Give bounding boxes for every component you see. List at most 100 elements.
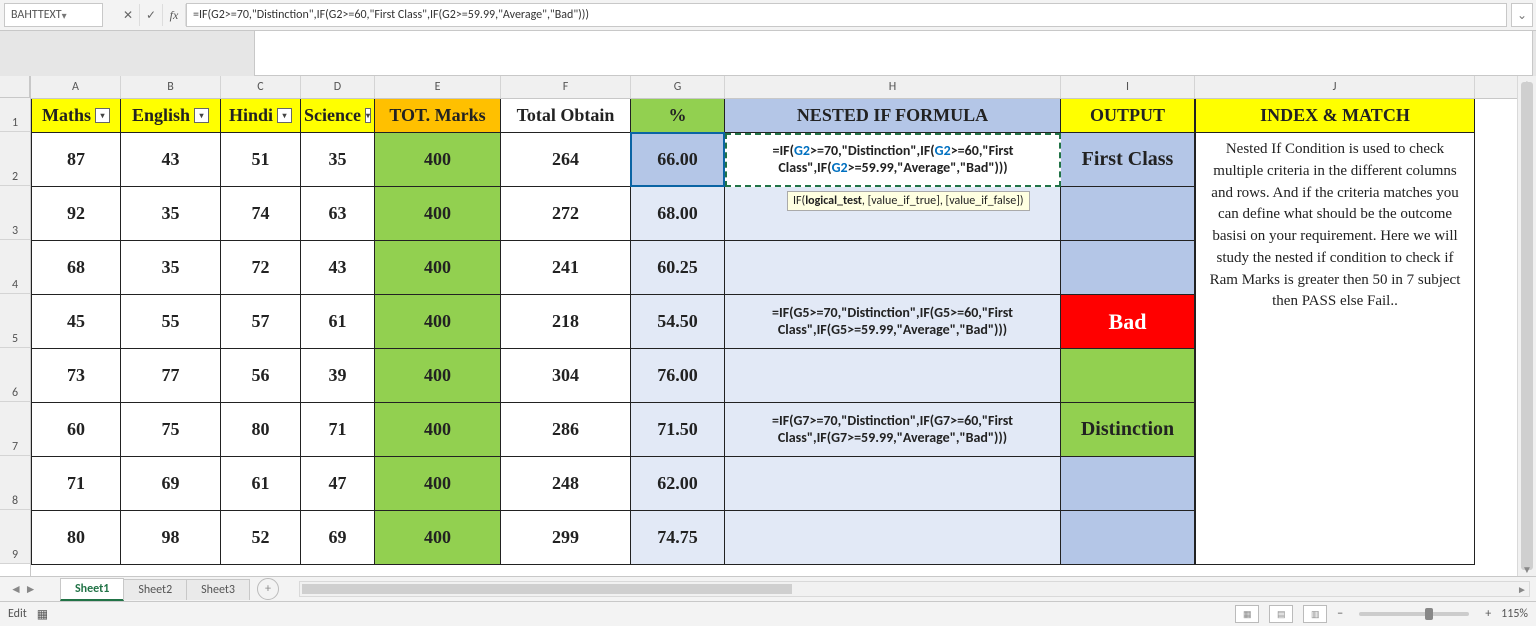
cell-A9[interactable]: 80 — [31, 511, 121, 565]
row-header-1[interactable]: 1 — [0, 98, 30, 132]
cell-A2[interactable]: 87 — [31, 133, 121, 187]
insert-function-button[interactable]: fx — [163, 4, 186, 26]
cell-F4[interactable]: 241 — [501, 241, 631, 295]
row-header-7[interactable]: 7 — [0, 402, 30, 456]
col-header-G[interactable]: G — [631, 76, 725, 98]
hdr-nestedif[interactable]: NESTED IF FORMULA — [725, 99, 1061, 133]
row-header-4[interactable]: 4 — [0, 240, 30, 294]
macro-record-icon[interactable]: ▦ — [37, 607, 48, 622]
hdr-science[interactable]: Science▾ — [301, 99, 375, 133]
scroll-down-icon[interactable]: ▼ — [1518, 562, 1536, 576]
hdr-maths[interactable]: Maths▾ — [31, 99, 121, 133]
sheet-tab-2[interactable]: Sheet2 — [123, 579, 187, 600]
cell-E3[interactable]: 400 — [375, 187, 501, 241]
zoom-slider[interactable] — [1359, 612, 1469, 616]
col-header-E[interactable]: E — [375, 76, 501, 98]
cell-I3[interactable] — [1061, 187, 1195, 241]
cell-H6[interactable] — [725, 349, 1061, 403]
cell-A3[interactable]: 92 — [31, 187, 121, 241]
cell-E6[interactable]: 400 — [375, 349, 501, 403]
cell-F2[interactable]: 264 — [501, 133, 631, 187]
filter-icon[interactable]: ▾ — [365, 108, 371, 123]
cell-E9[interactable]: 400 — [375, 511, 501, 565]
cell-J-description[interactable]: Nested If Condition is used to check mul… — [1195, 133, 1475, 565]
expand-formula-bar-button[interactable]: ⌄ — [1511, 3, 1533, 27]
col-header-H[interactable]: H — [725, 76, 1061, 98]
cell-I2[interactable]: First Class — [1061, 133, 1195, 187]
row-header-9[interactable]: 9 — [0, 510, 30, 564]
cell-I4[interactable] — [1061, 241, 1195, 295]
cell-F8[interactable]: 248 — [501, 457, 631, 511]
scrollbar-thumb[interactable] — [1521, 82, 1533, 570]
sheet-nav-arrows[interactable]: ◄ ► — [10, 582, 44, 597]
page-layout-view-button[interactable]: ▤ — [1269, 605, 1293, 623]
cell-D9[interactable]: 69 — [301, 511, 375, 565]
cell-G5[interactable]: 54.50 — [631, 295, 725, 349]
sheet-tab-1[interactable]: Sheet1 — [60, 578, 124, 601]
col-header-B[interactable]: B — [121, 76, 221, 98]
cell-G2[interactable]: 66.00 — [631, 133, 725, 187]
cell-A4[interactable]: 68 — [31, 241, 121, 295]
add-sheet-button[interactable]: + — [257, 578, 279, 600]
cell-I8[interactable] — [1061, 457, 1195, 511]
select-all-corner[interactable] — [0, 76, 30, 98]
page-break-view-button[interactable]: ▥ — [1303, 605, 1327, 623]
cell-C5[interactable]: 57 — [221, 295, 301, 349]
sheet-tab-3[interactable]: Sheet3 — [186, 579, 250, 600]
confirm-edit-button[interactable]: ✓ — [140, 4, 163, 26]
name-box-dropdown-icon[interactable]: ▾ — [62, 9, 96, 22]
cell-A7[interactable]: 60 — [31, 403, 121, 457]
cell-H7[interactable]: =IF(G7>=70,"Distinction",IF(G7>=60,"Firs… — [725, 403, 1061, 457]
zoom-slider-knob[interactable] — [1425, 608, 1433, 620]
cell-E7[interactable]: 400 — [375, 403, 501, 457]
cell-D5[interactable]: 61 — [301, 295, 375, 349]
cell-C4[interactable]: 72 — [221, 241, 301, 295]
cell-B9[interactable]: 98 — [121, 511, 221, 565]
cell-G7[interactable]: 71.50 — [631, 403, 725, 457]
cell-B8[interactable]: 69 — [121, 457, 221, 511]
scroll-right-icon[interactable]: ► — [1515, 583, 1529, 596]
cell-B5[interactable]: 55 — [121, 295, 221, 349]
hdr-output[interactable]: OUTPUT — [1061, 99, 1195, 133]
col-header-F[interactable]: F — [501, 76, 631, 98]
cell-G6[interactable]: 76.00 — [631, 349, 725, 403]
cell-C7[interactable]: 80 — [221, 403, 301, 457]
row-header-8[interactable]: 8 — [0, 456, 30, 510]
cell-B3[interactable]: 35 — [121, 187, 221, 241]
cell-D2[interactable]: 35 — [301, 133, 375, 187]
filter-icon[interactable]: ▾ — [95, 108, 110, 123]
cell-C3[interactable]: 74 — [221, 187, 301, 241]
cell-F7[interactable]: 286 — [501, 403, 631, 457]
col-header-D[interactable]: D — [301, 76, 375, 98]
cell-A5[interactable]: 45 — [31, 295, 121, 349]
cell-F6[interactable]: 304 — [501, 349, 631, 403]
cell-F9[interactable]: 299 — [501, 511, 631, 565]
cell-B7[interactable]: 75 — [121, 403, 221, 457]
cell-H9[interactable] — [725, 511, 1061, 565]
row-header-2[interactable]: 2 — [0, 132, 30, 186]
vertical-scrollbar[interactable]: ▲ ▼ — [1517, 76, 1536, 576]
cell-H5[interactable]: =IF(G5>=70,"Distinction",IF(G5>=60,"Firs… — [725, 295, 1061, 349]
zoom-out-button[interactable]: − — [1337, 607, 1343, 621]
zoom-level[interactable]: 115% — [1501, 607, 1528, 621]
cell-I7[interactable]: Distinction — [1061, 403, 1195, 457]
cell-C8[interactable]: 61 — [221, 457, 301, 511]
col-header-C[interactable]: C — [221, 76, 301, 98]
cell-H4[interactable] — [725, 241, 1061, 295]
filter-icon[interactable]: ▾ — [277, 108, 292, 123]
cell-D8[interactable]: 47 — [301, 457, 375, 511]
cell-I6[interactable] — [1061, 349, 1195, 403]
cell-B4[interactable]: 35 — [121, 241, 221, 295]
hdr-totalobtain[interactable]: Total Obtain — [501, 99, 631, 133]
hdr-percent[interactable]: % — [631, 99, 725, 133]
cell-F5[interactable]: 218 — [501, 295, 631, 349]
hscroll-thumb[interactable] — [302, 584, 792, 594]
cell-B6[interactable]: 77 — [121, 349, 221, 403]
cell-E2[interactable]: 400 — [375, 133, 501, 187]
cell-D4[interactable]: 43 — [301, 241, 375, 295]
cell-C2[interactable]: 51 — [221, 133, 301, 187]
cell-E4[interactable]: 400 — [375, 241, 501, 295]
cell-G9[interactable]: 74.75 — [631, 511, 725, 565]
cell-C9[interactable]: 52 — [221, 511, 301, 565]
col-header-J[interactable]: J — [1195, 76, 1475, 98]
